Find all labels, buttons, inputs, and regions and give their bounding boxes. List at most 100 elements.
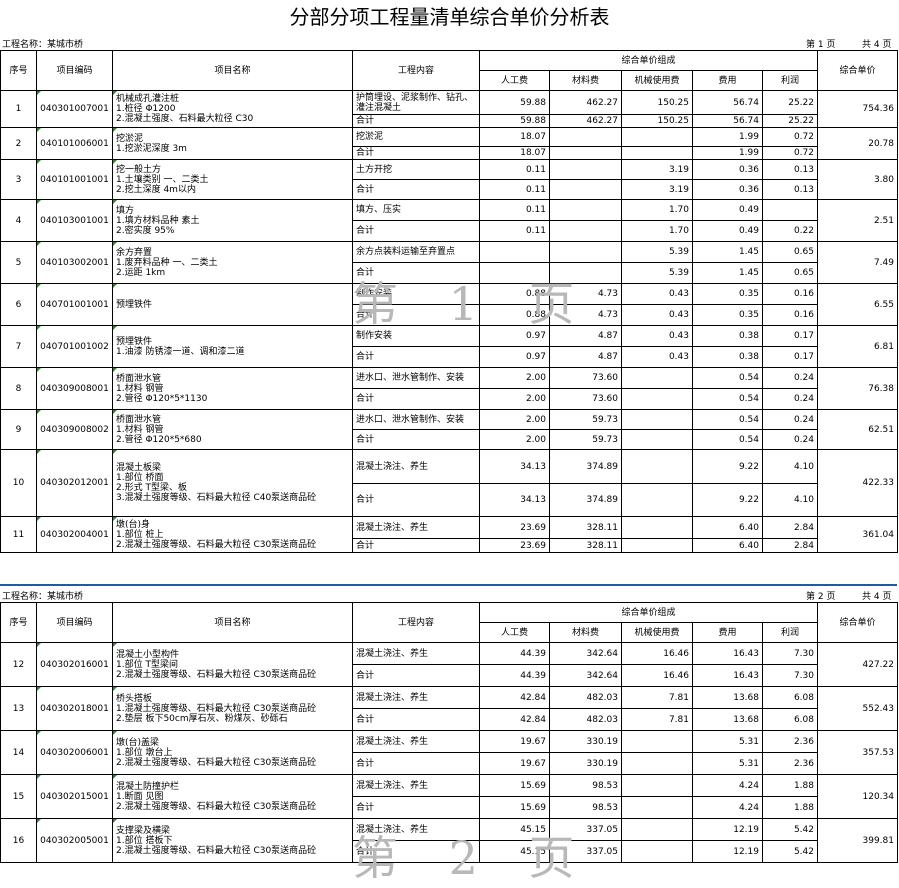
cell-material: 73.60: [549, 367, 622, 389]
page-total: 共 4 页: [862, 40, 892, 50]
page-total: 共 4 页: [862, 592, 892, 602]
col-header-fee: 费用: [692, 622, 763, 643]
page-title: 分部分项工程量清单综合单价分析表: [289, 5, 610, 29]
col-header-unit-price: 综合单价: [817, 602, 898, 643]
cell-profit: 6.08: [762, 686, 818, 709]
cell-work: 混凝土浇注、养生: [352, 774, 480, 797]
cell-profit: 0.65: [762, 241, 818, 263]
cell-name: 墩(台)身 1.部位 桩上 2.混凝土强度等级、石料最大粒径 C30泵送商品砼: [112, 516, 353, 553]
cell-machine: [621, 774, 693, 797]
name-line: 2.挖土深度 4m以内: [116, 184, 196, 195]
cell-material: 98.53: [549, 796, 622, 819]
cell-material: 482.03: [549, 708, 622, 731]
cell-seq: 2: [0, 127, 37, 160]
col-header-profit: 利润: [762, 622, 818, 643]
cell-profit: 0.72: [762, 127, 818, 147]
cell-machine: [621, 796, 693, 819]
cell-material: 330.19: [549, 752, 622, 775]
col-header-group: 综合单价组成: [479, 602, 818, 623]
cell-profit: 0.72: [762, 146, 818, 160]
cell-fee: 5.31: [692, 752, 763, 775]
table-row: 3 040101001001 挖一般土方 1.土壤类别 一、二类土 2.挖土深度 4m以…: [0, 159, 898, 200]
name-line: 1.混凝土强度等级、石料最大粒径 C30泵送商品砼: [116, 703, 317, 714]
name-line: 1.油漆 防锈漆一道、调和漆二道: [116, 346, 245, 357]
cell-work: 混凝土浇注、养生: [352, 686, 480, 709]
col-header-seq: 序号: [0, 50, 37, 91]
cell-profit: 5.42: [762, 818, 818, 841]
name-line: 2.混凝土强度等级、石料最大粒径 C30泵送商品砼: [116, 669, 317, 680]
cell-profit: 0.16: [762, 283, 818, 305]
cell-unit-price: 361.04: [817, 516, 898, 553]
cell-labor: 0.11: [479, 179, 550, 200]
cell-machine: [621, 818, 693, 841]
cell-profit: 1.88: [762, 774, 818, 797]
cell-material: [549, 146, 622, 160]
cell-seq: 16: [0, 818, 37, 863]
cell-machine: [621, 516, 693, 539]
header-row: 序号 项目编码 项目名称 工程内容 综合单价组成 综合单价: [0, 602, 898, 643]
cell-seq: 8: [0, 367, 37, 410]
cell-work: 合计: [352, 346, 480, 368]
name-line: 2.混凝土强度等级、石料最大粒径 C30泵送商品砼: [116, 845, 317, 856]
cell-work: 混凝土浇注、养生: [352, 449, 480, 484]
cell-seq: 15: [0, 774, 37, 819]
cell-name: 预埋铁件: [112, 283, 353, 326]
cell-profit: 25.22: [762, 114, 818, 128]
cell-profit: 1.88: [762, 796, 818, 819]
cell-fee: 4.24: [692, 774, 763, 797]
table-row: 4 040103001001 填方 1.填方材料品种 素土 2.密实度 95% 填方、压实…: [0, 199, 898, 242]
cell-unit-price: 754.36: [817, 90, 898, 128]
cell-fee: 0.49: [692, 199, 763, 221]
cell-machine: 5.39: [621, 241, 693, 263]
name-line: 预埋铁件: [116, 336, 153, 347]
cell-labor: 59.88: [479, 90, 550, 115]
cell-fee: 1.45: [692, 241, 763, 263]
cell-material: 330.19: [549, 730, 622, 753]
name-line: 1.部位 桩上: [116, 529, 164, 540]
cell-profit: 0.24: [762, 429, 818, 450]
cell-fee: 0.54: [692, 409, 763, 430]
page-number: 第 1 页: [806, 40, 836, 50]
cell-profit: 6.08: [762, 708, 818, 731]
cell-profit: 0.13: [762, 159, 818, 180]
cell-profit: 0.17: [762, 346, 818, 368]
name-line: 预埋铁件: [116, 299, 153, 310]
cell-machine: [621, 127, 693, 147]
name-line: 填方: [116, 205, 135, 216]
cell-labor: 15.69: [479, 774, 550, 797]
cell-code: 040101001001: [36, 159, 113, 200]
cell-code: 040302016001: [36, 642, 113, 687]
cell-name: 桥面泄水管 1.材料 钢管 2.管径 Φ120*5*680: [112, 409, 353, 450]
name-line: 墩(台)身: [116, 519, 151, 530]
cell-work: 混凝土浇注、养生: [352, 516, 480, 539]
cell-machine: [621, 483, 693, 517]
cell-code: 040302005001: [36, 818, 113, 863]
cell-code: 040302018001: [36, 686, 113, 731]
cell-labor: 18.07: [479, 127, 550, 147]
name-line: 支撑梁及横梁: [116, 825, 171, 836]
cell-profit: 2.36: [762, 752, 818, 775]
table-row: 10 040302012001 混凝土板梁 1.部位 桥面 2.形式 T型梁、板 3.混凝…: [0, 449, 898, 517]
cell-labor: 19.67: [479, 730, 550, 753]
name-line: 2.混凝土强度等级、石料最大粒径 C30泵送商品砼: [116, 539, 317, 550]
cell-fee: 12.19: [692, 818, 763, 841]
cell-machine: [621, 730, 693, 753]
name-line: 余方弃置: [116, 247, 153, 258]
cell-material: 4.87: [549, 346, 622, 368]
col-header-name: 项目名称: [112, 50, 353, 91]
name-line: 1.部位 墩台上: [116, 747, 173, 758]
table-row: 11 040302004001 墩(台)身 1.部位 桩上 2.混凝土强度等级、石料最大…: [0, 516, 898, 553]
cell-unit-price: 399.81: [817, 818, 898, 863]
cell-material: 482.03: [549, 686, 622, 709]
cell-profit: 0.24: [762, 409, 818, 430]
cell-work: 合计: [352, 708, 480, 731]
cell-profit: 4.10: [762, 449, 818, 484]
name-line: 挖淤泥: [116, 133, 144, 144]
cell-fee: 56.74: [692, 90, 763, 115]
col-header-fee: 费用: [692, 70, 763, 91]
cell-code: 040302006001: [36, 730, 113, 775]
name-line: 墩(台)盖梁: [116, 737, 160, 748]
cell-seq: 11: [0, 516, 37, 553]
cell-profit: 7.30: [762, 664, 818, 687]
cell-material: 374.89: [549, 483, 622, 517]
